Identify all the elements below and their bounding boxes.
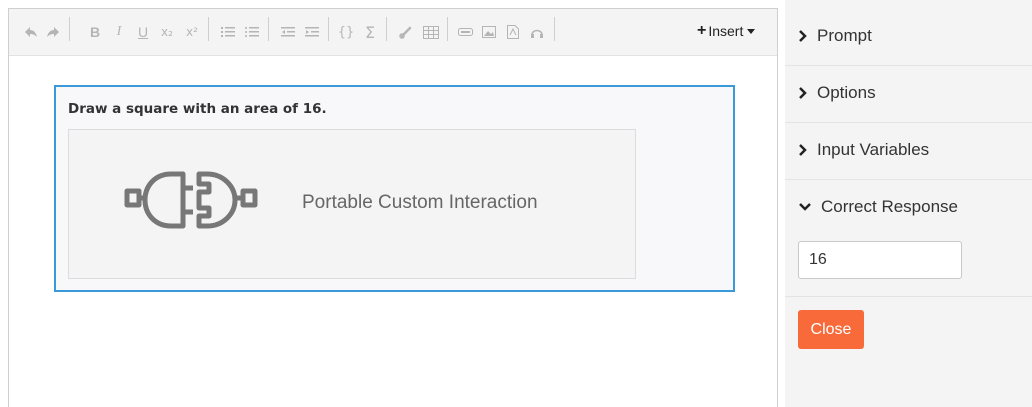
question-text: Draw a square with an area of 16. [68,101,327,117]
section-label: Options [817,83,876,102]
superscript-button[interactable]: x² [181,9,203,55]
editor-toolbar: B I U x₂ x² {} Σ + Insert [9,9,777,56]
section-label: Prompt [817,26,872,45]
section-options[interactable]: Options [785,66,1032,123]
settings-panel: Prompt Options Input Variables Correct R… [785,0,1032,407]
sum-button[interactable]: Σ [359,9,381,55]
section-prompt[interactable]: Prompt [785,9,1032,66]
underline-button[interactable]: U [133,9,153,55]
plus-icon: + [697,22,707,39]
toolbar-separator [554,17,555,41]
toolbar-separator [386,17,387,41]
image-icon[interactable] [478,9,500,55]
link-icon[interactable] [395,9,417,55]
section-label: Correct Response [821,197,959,216]
outdent-icon[interactable] [277,9,299,55]
plug-icon [124,171,258,229]
indent-icon[interactable] [301,9,323,55]
editor-panel: B I U x₂ x² {} Σ + Insert Draw a square … [8,8,778,407]
audio-icon[interactable] [526,9,548,55]
unordered-list-icon[interactable] [241,9,263,55]
section-input-variables[interactable]: Input Variables [785,123,1032,180]
chevron-right-icon [799,30,807,42]
close-button[interactable]: Close [798,310,864,349]
caret-down-icon [747,28,756,34]
chevron-down-icon [799,203,811,211]
bold-button[interactable]: B [85,9,105,55]
toolbar-separator [328,17,329,41]
chevron-right-icon [799,144,807,156]
toolbar-separator [268,17,269,41]
toolbar-separator [447,17,448,41]
redo-icon[interactable] [43,9,63,55]
chevron-right-icon [799,87,807,99]
portable-custom-interaction[interactable]: Portable Custom Interaction [68,129,636,279]
toolbar-separator [208,17,209,41]
toolbar-separator [69,17,70,41]
subscript-button[interactable]: x₂ [156,9,178,55]
table-icon[interactable] [420,9,442,55]
ordered-list-icon[interactable] [217,9,239,55]
insert-label: Insert [708,23,744,39]
section-label: Input Variables [817,140,930,159]
interaction-label: Portable Custom Interaction [302,192,538,213]
media-icon[interactable] [454,9,476,55]
undo-icon[interactable] [21,9,41,55]
insert-dropdown[interactable]: + Insert [697,21,756,41]
question-block[interactable]: Draw a square with an area of 16. Portab… [54,85,735,292]
section-correct-response[interactable]: Correct Response [785,180,1032,297]
correct-response-input[interactable] [798,241,962,279]
italic-button[interactable]: I [109,9,129,55]
code-braces-button[interactable]: {} [335,9,357,55]
pdf-icon[interactable] [502,9,524,55]
